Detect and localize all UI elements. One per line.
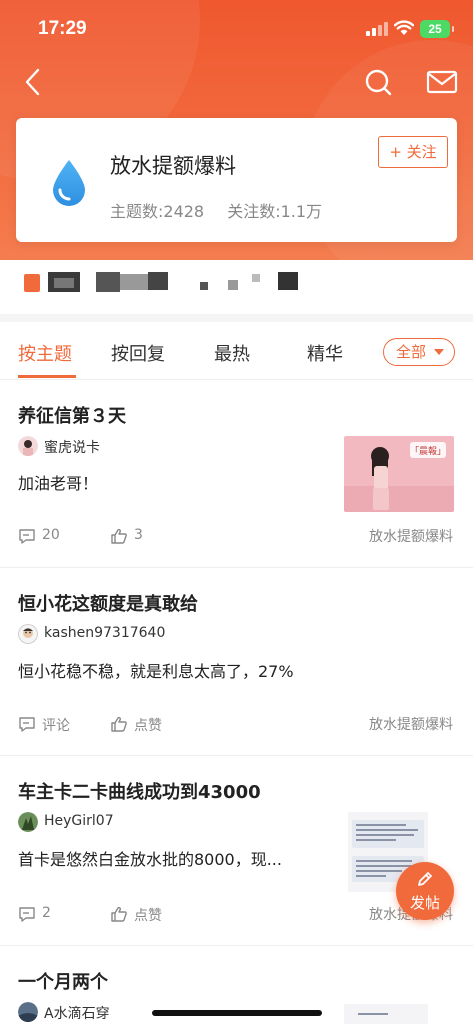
comment-count: 20 <box>42 527 60 543</box>
topic-count: 主题数:2428 <box>110 202 205 221</box>
like-count: 点赞 <box>134 718 162 734</box>
post-item[interactable]: 养征信第３天 蜜虎说卡 加油老哥！ 「晨報」 20 3 放水提额爆料 <box>0 380 473 568</box>
search-button[interactable] <box>360 64 396 100</box>
like-count: 点赞 <box>134 908 162 924</box>
mail-icon <box>426 70 458 94</box>
comment-icon <box>19 717 35 732</box>
water-drop-icon <box>53 160 85 206</box>
post-excerpt: 恒小花稳不稳，就是利息太高了，27% <box>18 662 294 681</box>
post-forum-tag[interactable]: 放水提额爆料 <box>369 714 453 734</box>
thumbnail-label: 「晨報」 <box>410 446 446 457</box>
comment-count: 2 <box>42 905 51 921</box>
tab-hottest[interactable]: 最热 <box>214 340 250 366</box>
post-forum-tag[interactable]: 放水提额爆料 <box>369 526 453 546</box>
post-meta: 20 3 <box>18 526 218 546</box>
author-name: A水滴石穿 <box>44 1006 110 1022</box>
post-title: 车主卡二卡曲线成功到43000 <box>18 782 261 803</box>
back-button[interactable] <box>16 64 52 100</box>
post-meta: 2 点赞 <box>18 904 218 924</box>
post-item[interactable]: 恒小花这额度是真敢给 kashen97317640 恒小花稳不稳，就是利息太高了… <box>0 568 473 756</box>
comment-count: 评论 <box>42 718 70 734</box>
tab-by-topic[interactable]: 按主题 <box>18 340 72 366</box>
avatar <box>18 1002 38 1022</box>
forum-header-card: 放水提额爆料 主题数:2428 关注数:1.1万 + 关注 <box>16 118 457 242</box>
message-button[interactable] <box>424 64 460 100</box>
tab-featured[interactable]: 精华 <box>307 340 343 366</box>
post-thumbnail[interactable] <box>344 1004 428 1024</box>
forum-title: 放水提额爆料 <box>110 154 236 178</box>
follower-count: 关注数:1.1万 <box>227 202 323 221</box>
chevron-down-icon <box>434 349 444 355</box>
post-meta: 评论 点赞 <box>18 714 218 734</box>
status-time: 17:29 <box>38 18 87 39</box>
battery-icon: 25 <box>420 20 454 38</box>
wifi-icon <box>394 20 414 35</box>
pencil-icon <box>418 872 432 886</box>
post-excerpt: 加油老哥！ <box>18 474 99 493</box>
forum-stats: 主题数:2428 关注数:1.1万 <box>110 198 340 222</box>
avatar <box>18 436 38 456</box>
search-icon <box>365 69 392 96</box>
post-title: 一个月两个 <box>18 972 108 993</box>
tab-by-reply[interactable]: 按回复 <box>111 340 165 366</box>
post-title: 养征信第３天 <box>18 406 126 427</box>
post-title: 恒小花这额度是真敢给 <box>18 594 198 615</box>
back-arrow-icon <box>25 68 40 96</box>
filter-dropdown[interactable]: 全部 <box>383 338 455 366</box>
author-name: HeyGirl07 <box>44 813 114 829</box>
cellular-signal-icon <box>366 22 388 36</box>
moderator-strip <box>0 268 473 298</box>
author-name: 蜜虎说卡 <box>44 440 100 456</box>
thumbs-up-icon <box>111 528 127 544</box>
active-tab-indicator <box>18 375 76 378</box>
filter-label: 全部 <box>396 343 427 361</box>
post-item[interactable]: 车主卡二卡曲线成功到43000 HeyGirl07 首卡是悠然白金放水批的800… <box>0 756 473 946</box>
comment-icon <box>19 529 35 544</box>
new-post-button[interactable]: 发帖 <box>396 862 454 920</box>
like-count: 3 <box>134 527 143 543</box>
sort-tabs: 按主题 按回复 最热 精华 全部 <box>0 322 473 380</box>
new-post-label: 发帖 <box>409 894 440 912</box>
post-excerpt: 首卡是悠然白金放水批的8000，现... <box>18 850 282 869</box>
section-divider <box>0 314 473 322</box>
post-thumbnail[interactable]: 「晨報」 <box>344 436 454 512</box>
author-name: kashen97317640 <box>44 625 166 641</box>
thumbs-up-icon <box>111 716 127 732</box>
avatar <box>18 812 38 832</box>
thumbs-up-icon <box>111 906 127 922</box>
avatar <box>18 624 38 644</box>
follow-button[interactable]: + 关注 <box>378 136 448 168</box>
status-bar: 17:29 25 <box>0 0 473 60</box>
home-indicator[interactable] <box>152 1010 322 1016</box>
comment-icon <box>19 907 35 922</box>
